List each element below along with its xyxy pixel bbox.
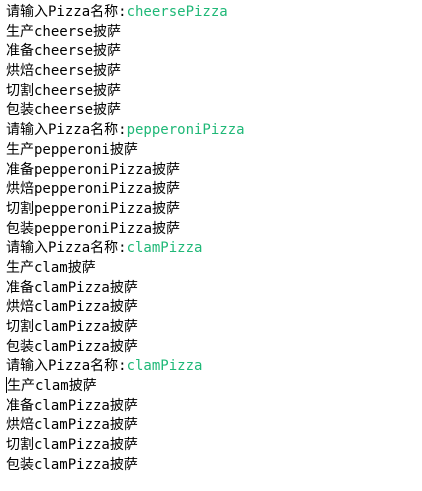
console-line: 准备pepperoniPizza披萨	[6, 161, 181, 178]
console-line: 烘焙pepperoniPizza披萨	[6, 181, 181, 198]
console-line: 切割clamPizza披萨	[6, 437, 138, 454]
console-line: 切割clamPizza披萨	[6, 319, 138, 335]
console-line: 包装clamPizza披萨	[6, 456, 138, 473]
console-line: 请输入Pizza名称:clamPizza	[6, 239, 422, 259]
console-line: 烘焙clamPizza披萨	[6, 417, 138, 434]
console-line: 生产clam披萨	[6, 259, 96, 276]
console-line: 切割pepperoniPizza披萨	[6, 200, 181, 217]
console-line: 准备cheerse披萨	[6, 43, 122, 60]
console-line: 生产pepperoni披萨	[6, 141, 138, 158]
console-line: 准备clamPizza披萨	[6, 279, 138, 296]
console-line: 包装cheerse披萨	[6, 102, 122, 119]
console-line: 切割cheerse披萨	[6, 82, 122, 99]
prompt-text: 请输入Pizza名称:	[6, 240, 127, 257]
prompt-text: 请输入Pizza名称:	[6, 4, 127, 20]
user-input-text: cheersePizza	[126, 4, 228, 20]
user-input-text: pepperoniPizza	[126, 122, 245, 139]
user-input-text: clamPizza	[126, 240, 203, 257]
console-line: 请输入Pizza名称:clamPizza	[6, 357, 422, 377]
console-output[interactable]: 请输入Pizza名称:cheersePizza 生产cheerse披萨 准备ch…	[0, 0, 422, 491]
console-line: 烘焙clamPizza披萨	[6, 299, 138, 316]
console-line: 包装clamPizza披萨	[6, 338, 138, 355]
console-line: 烘焙cheerse披萨	[6, 63, 122, 80]
console-line-text: 生产clam披萨	[7, 378, 97, 395]
prompt-text: 请输入Pizza名称:	[6, 122, 127, 139]
console-line: 请输入Pizza名称:pepperoniPizza	[6, 121, 422, 141]
console-line: 请输入Pizza名称:cheersePizza	[6, 3, 422, 23]
console-line: 生产clam披萨	[6, 377, 422, 397]
console-line: 准备clamPizza披萨	[6, 397, 138, 414]
prompt-text: 请输入Pizza名称:	[6, 358, 127, 375]
user-input-text: clamPizza	[126, 358, 203, 375]
console-line: 包装pepperoniPizza披萨	[6, 220, 181, 237]
console-line: 生产cheerse披萨	[6, 23, 122, 40]
